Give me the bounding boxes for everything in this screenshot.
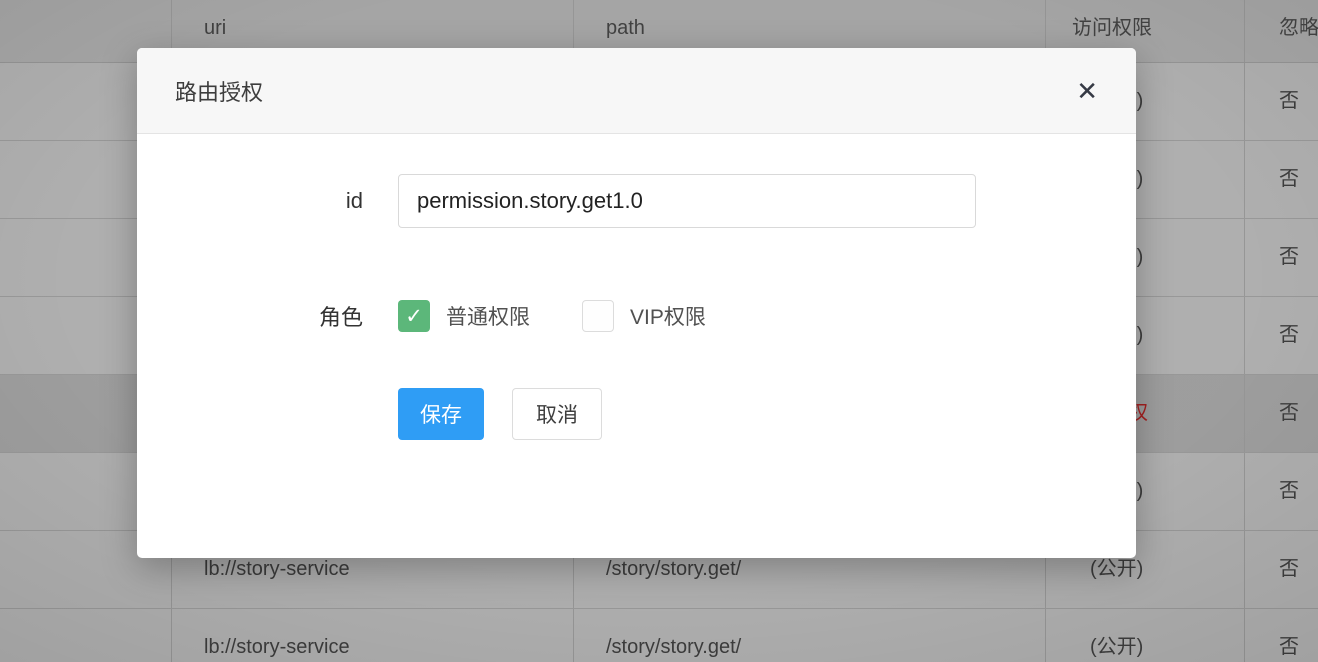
checkbox-normal-permission-label[interactable]: 普通权限 xyxy=(446,301,530,331)
checkbox-vip-permission[interactable] xyxy=(582,300,614,332)
role-label: 角色 xyxy=(137,300,363,332)
checkbox-vip-permission-label[interactable]: VIP权限 xyxy=(630,301,706,331)
checkbox-normal-permission[interactable]: ✓ xyxy=(398,300,430,332)
route-auth-modal: 路由授权 ✕ id 角色 ✓ 普通权限 VIP权限 保存 取消 xyxy=(137,48,1136,558)
close-icon[interactable]: ✕ xyxy=(1076,78,1098,104)
role-field-row: 角色 ✓ 普通权限 VIP权限 xyxy=(137,300,1136,332)
modal-header: 路由授权 ✕ xyxy=(137,48,1136,134)
save-button[interactable]: 保存 xyxy=(398,388,484,440)
page-root: uri path 访问权限 忽略 lb://story-service /sto… xyxy=(0,0,1318,662)
id-label: id xyxy=(137,188,363,214)
modal-actions-row: 保存 取消 xyxy=(137,388,1136,440)
cancel-button[interactable]: 取消 xyxy=(512,388,602,440)
id-field-row: id xyxy=(137,174,1136,228)
id-input[interactable] xyxy=(398,174,976,228)
modal-title: 路由授权 xyxy=(175,75,263,107)
check-icon: ✓ xyxy=(405,306,423,327)
